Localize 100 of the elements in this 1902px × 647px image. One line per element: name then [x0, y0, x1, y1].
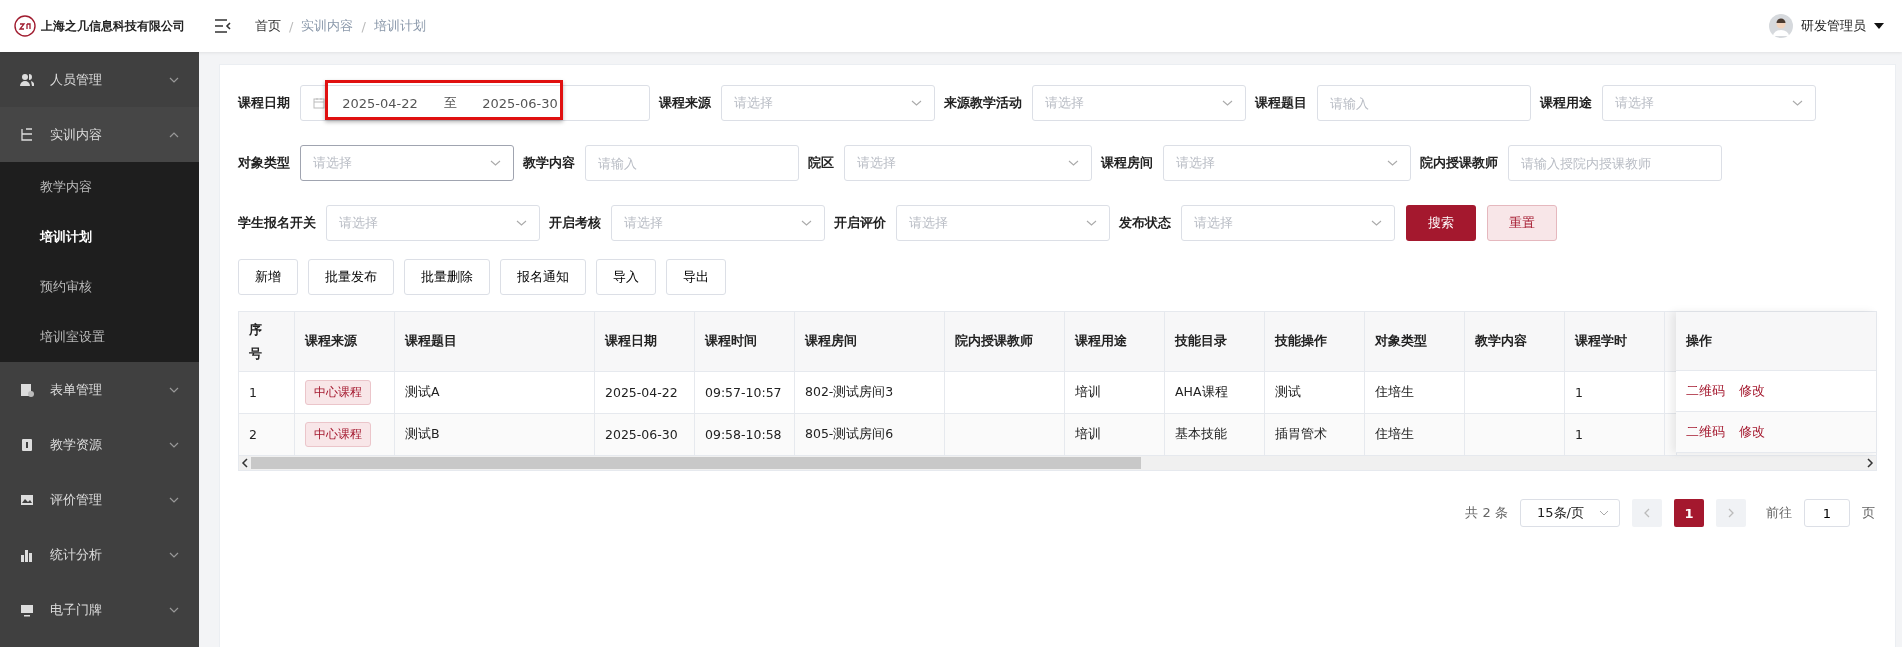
menu-item-icon	[20, 72, 34, 87]
breadcrumb-separator: /	[361, 18, 366, 34]
caret-icon[interactable]	[1874, 23, 1884, 29]
table-link[interactable]: 修改	[1739, 423, 1765, 441]
action-button[interactable]: 批量发布	[308, 259, 394, 295]
table-cell: 住培生	[1375, 384, 1414, 401]
source-tag: 中心课程	[305, 380, 371, 405]
submenu-item[interactable]: 培训计划	[0, 212, 199, 262]
table-link[interactable]: 二维码	[1686, 382, 1725, 400]
reset-button[interactable]: 重置	[1487, 205, 1557, 241]
column-header: 课程学时	[1565, 312, 1665, 371]
column-header: 课程题目	[395, 312, 595, 371]
chevron-icon	[169, 606, 179, 613]
filter-label: 教学内容	[523, 154, 575, 172]
page-size-select[interactable]: 15条/页	[1520, 499, 1620, 527]
table-cell: 1	[1575, 385, 1583, 400]
filter-label: 院内授课教师	[1420, 154, 1498, 172]
chevron-icon	[516, 220, 527, 226]
column-header: 课程房间	[795, 312, 945, 371]
table-cell: 培训	[1075, 384, 1101, 401]
chevron-icon	[169, 441, 179, 448]
chevron-icon	[169, 131, 179, 138]
table-link[interactable]: 修改	[1739, 382, 1765, 400]
table-cell: 培训	[1075, 426, 1101, 443]
breadcrumb-item: 培训计划	[373, 17, 426, 35]
source-tag: 中心课程	[305, 422, 371, 447]
chevron-icon	[1222, 100, 1233, 106]
column-header: 院内授课教师	[945, 312, 1065, 371]
calendar-icon	[313, 97, 325, 109]
column-header: 技能目录	[1165, 312, 1265, 371]
scroll-left-icon[interactable]	[241, 458, 249, 468]
input-field[interactable]: 请输入	[1317, 85, 1531, 121]
table-cell: 1	[1575, 427, 1583, 442]
submenu-item[interactable]: 预约审核	[0, 262, 199, 312]
menu-item-icon	[20, 127, 34, 142]
input-field[interactable]: 请输入授院内授课教师	[1508, 145, 1722, 181]
filter-label: 院区	[808, 154, 834, 172]
filter-label: 课程用途	[1540, 94, 1592, 112]
filter-label: 课程房间	[1101, 154, 1153, 172]
chevron-icon	[1387, 160, 1398, 166]
avatar-icon[interactable]	[1769, 14, 1793, 38]
sidebar-item[interactable]: 教学资源	[0, 417, 199, 472]
page-button[interactable]: 1	[1674, 499, 1704, 527]
table-cell: AHA课程	[1175, 384, 1228, 401]
action-button[interactable]: 批量删除	[404, 259, 490, 295]
page-suffix: 页	[1862, 504, 1875, 522]
horizontal-scrollbar[interactable]	[239, 456, 1876, 470]
action-button[interactable]: 新增	[238, 259, 298, 295]
table-cell: 802-测试房间3	[805, 384, 894, 401]
menu-icon[interactable]	[215, 19, 231, 33]
filter-label: 课程来源	[659, 94, 711, 112]
logo-icon	[14, 15, 36, 37]
goto-label: 前往	[1766, 504, 1792, 522]
sidebar-item[interactable]: 实训内容	[0, 107, 199, 162]
table-link[interactable]: 二维码	[1686, 423, 1725, 441]
chevron-right-icon	[1728, 508, 1734, 518]
chevron-icon	[490, 160, 501, 166]
action-button[interactable]: 导出	[666, 259, 726, 295]
sidebar-item[interactable]: 评价管理	[0, 472, 199, 527]
column-header: 课程时间	[695, 312, 795, 371]
table-cell: 插胃管术	[1275, 426, 1327, 443]
sidebar-item[interactable]: 表单管理	[0, 362, 199, 417]
submenu-item[interactable]: 培训室设置	[0, 312, 199, 362]
sidebar-item[interactable]: 人员管理	[0, 52, 199, 107]
search-button[interactable]: 搜索	[1406, 205, 1476, 241]
table-cell: 2025-06-30	[605, 427, 678, 442]
menu-item-icon	[20, 602, 34, 617]
input-field[interactable]: 请输入	[585, 145, 799, 181]
chevron-icon	[169, 551, 179, 558]
user-menu[interactable]: 研发管理员	[1801, 17, 1866, 35]
sidebar-item[interactable]: 电子门牌	[0, 582, 199, 637]
chevron-icon	[1086, 220, 1097, 226]
column-header: 教学内容	[1465, 312, 1565, 371]
breadcrumb-item[interactable]: 首页	[255, 17, 281, 35]
filter-label: 课程题目	[1255, 94, 1307, 112]
filter-label: 开启评价	[834, 214, 886, 232]
submenu-item[interactable]: 教学内容	[0, 162, 199, 212]
filter-label: 对象类型	[238, 154, 290, 172]
action-button[interactable]: 导入	[596, 259, 656, 295]
table-cell: 09:57-10:57	[705, 385, 782, 400]
page-input[interactable]: 1	[1804, 499, 1850, 527]
column-header: 技能操作	[1265, 312, 1365, 371]
filter-label: 课程日期	[238, 94, 290, 112]
chevron-icon	[169, 496, 179, 503]
table-cell: 测试	[1275, 384, 1301, 401]
table-cell: 测试B	[405, 426, 440, 443]
table-cell: 住培生	[1375, 426, 1414, 443]
filter-label: 开启考核	[549, 214, 601, 232]
breadcrumb-separator: /	[289, 18, 294, 34]
column-header: 课程来源	[295, 312, 395, 371]
chevron-icon	[1371, 220, 1382, 226]
menu-item-icon	[20, 437, 34, 452]
scroll-right-icon[interactable]	[1866, 458, 1874, 468]
sidebar-item[interactable]: 统计分析	[0, 527, 199, 582]
company-name: 上海之几信息科技有限公司	[41, 17, 185, 35]
action-button[interactable]: 报名通知	[500, 259, 586, 295]
chevron-icon	[1792, 100, 1803, 106]
table-cell: 基本技能	[1175, 426, 1227, 443]
column-header: 对象类型	[1365, 312, 1465, 371]
chevron-left-icon	[1644, 508, 1650, 518]
